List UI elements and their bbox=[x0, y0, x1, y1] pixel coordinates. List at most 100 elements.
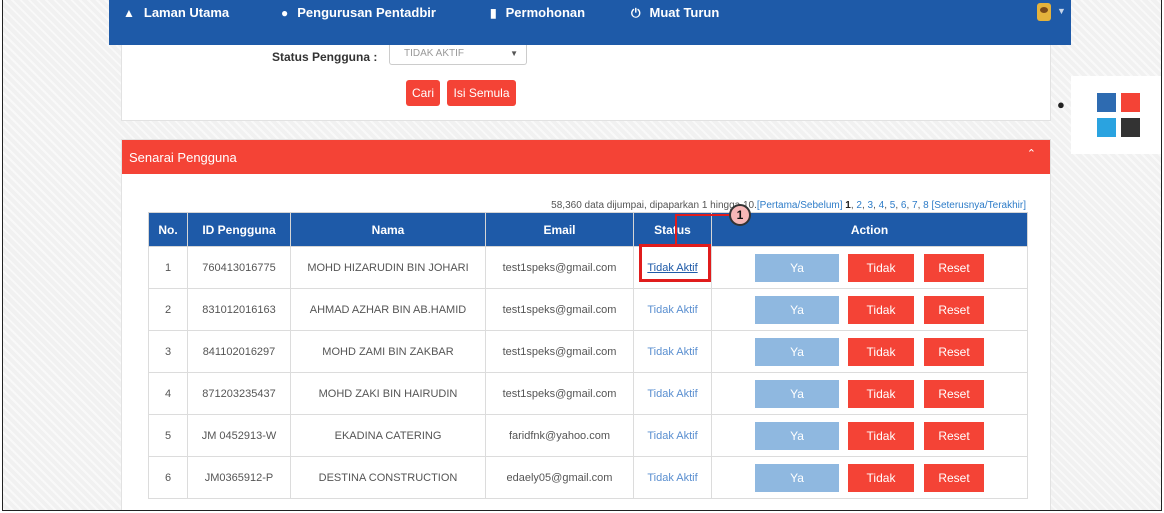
cell-status: Tidak Aktif bbox=[633, 330, 712, 373]
table-row: 3 841102016297 MOHD ZAMI BIN ZAKBAR test… bbox=[148, 330, 1028, 373]
cell-id: 841102016297 bbox=[187, 330, 291, 373]
approve-button[interactable]: Ya bbox=[755, 421, 839, 450]
cell-no: 3 bbox=[148, 330, 188, 373]
cell-actions: Ya Tidak Reset bbox=[711, 414, 1028, 457]
user-list-panel: Senarai Pengguna ⌃ 58,360 data dijumpai,… bbox=[121, 139, 1051, 510]
pagination-page[interactable]: 2 bbox=[856, 200, 862, 211]
reset-button[interactable]: Reset bbox=[924, 337, 984, 366]
reset-button[interactable]: Reset bbox=[924, 295, 984, 324]
cell-email: test1speks@gmail.com bbox=[485, 330, 634, 373]
cell-name: AHMAD AZHAR BIN AB.HAMID bbox=[290, 288, 486, 331]
status-link[interactable]: Tidak Aktif bbox=[647, 472, 697, 484]
cell-actions: Ya Tidak Reset bbox=[711, 288, 1028, 331]
home-icon: ▲ bbox=[123, 6, 135, 20]
cell-no: 1 bbox=[148, 246, 188, 289]
drop-icon[interactable]: ● bbox=[1057, 97, 1065, 112]
approve-button[interactable]: Ya bbox=[755, 295, 839, 324]
top-navbar: ▲ Laman Utama ● Pengurusan Pentadbir ▮ Perm… bbox=[109, 0, 1071, 45]
chevron-down-icon[interactable]: ▼ bbox=[1057, 6, 1066, 16]
cell-status: Tidak Aktif bbox=[633, 372, 712, 415]
nav-home[interactable]: ▲ Laman Utama bbox=[123, 0, 229, 25]
cell-no: 4 bbox=[148, 372, 188, 415]
callout-leader-line bbox=[675, 214, 731, 216]
pagination-next-last[interactable]: [Seterusnya/Terakhir] bbox=[932, 200, 1027, 211]
reset-button[interactable]: Reset bbox=[924, 253, 984, 282]
nav-admin-management[interactable]: ● Pengurusan Pentadbir bbox=[281, 0, 436, 25]
reject-button[interactable]: Tidak bbox=[848, 295, 914, 324]
status-link[interactable]: Tidak Aktif bbox=[647, 304, 697, 316]
color-swatch-blue[interactable] bbox=[1097, 93, 1116, 112]
table-row: 2 831012016163 AHMAD AZHAR BIN AB.HAMID … bbox=[148, 288, 1028, 331]
panel-title: Senarai Pengguna bbox=[129, 150, 237, 165]
table-row: 5 JM 0452913-W EKADINA CATERING faridfnk… bbox=[148, 414, 1028, 457]
cell-email: edaely05@gmail.com bbox=[485, 456, 634, 499]
approve-button[interactable]: Ya bbox=[755, 379, 839, 408]
color-palette-widget: ● bbox=[1057, 76, 1161, 154]
pagination-page[interactable]: 8 bbox=[923, 200, 929, 211]
pagination-page[interactable]: 7 bbox=[912, 200, 918, 211]
reset-button[interactable]: Reset bbox=[924, 379, 984, 408]
cell-id: JM0365912-P bbox=[187, 456, 291, 499]
pagination-current: 1 bbox=[845, 200, 851, 211]
table-row: 1 760413016775 MOHD HIZARUDIN BIN JOHARI… bbox=[148, 246, 1028, 289]
nav-download[interactable]: ⏻ Muat Turun bbox=[631, 0, 719, 25]
cell-name: MOHD ZAKI BIN HAIRUDIN bbox=[290, 372, 486, 415]
cell-name: EKADINA CATERING bbox=[290, 414, 486, 457]
cell-no: 2 bbox=[148, 288, 188, 331]
cell-actions: Ya Tidak Reset bbox=[711, 456, 1028, 499]
cell-id: 831012016163 bbox=[187, 288, 291, 331]
reject-button[interactable]: Tidak bbox=[848, 253, 914, 282]
cell-id: JM 0452913-W bbox=[187, 414, 291, 457]
color-swatch-dark[interactable] bbox=[1121, 118, 1140, 137]
status-link[interactable]: Tidak Aktif bbox=[647, 430, 697, 442]
cell-name: MOHD HIZARUDIN BIN JOHARI bbox=[290, 246, 486, 289]
col-header-action: Action bbox=[711, 212, 1028, 247]
nav-label: Laman Utama bbox=[143, 5, 230, 20]
status-select-value: TIDAK AKTIF bbox=[404, 48, 465, 59]
pagination-page[interactable]: 4 bbox=[879, 200, 885, 211]
color-swatch-light-blue[interactable] bbox=[1097, 118, 1116, 137]
pagination-page[interactable]: 5 bbox=[890, 200, 896, 211]
panel-header: Senarai Pengguna ⌃ bbox=[122, 140, 1050, 174]
pagination-info: 58,360 data dijumpai, dipaparkan 1 hingg… bbox=[551, 200, 1026, 211]
approve-button[interactable]: Ya bbox=[755, 463, 839, 492]
nav-applications[interactable]: ▮ Permohonan bbox=[490, 0, 585, 25]
pagination-first-prev[interactable]: [Pertama/Sebelum] bbox=[757, 200, 843, 211]
approve-button[interactable]: Ya bbox=[755, 253, 839, 282]
reject-button[interactable]: Tidak bbox=[848, 463, 914, 492]
cell-status: Tidak Aktif bbox=[633, 414, 712, 457]
screenshot-frame: ▲ Laman Utama ● Pengurusan Pentadbir ▮ Perm… bbox=[2, 0, 1162, 511]
pagination-page[interactable]: 3 bbox=[868, 200, 874, 211]
power-icon: ⏻ bbox=[631, 6, 641, 20]
cell-actions: Ya Tidak Reset bbox=[711, 372, 1028, 415]
cell-email: test1speks@gmail.com bbox=[485, 372, 634, 415]
cell-name: MOHD ZAMI BIN ZAKBAR bbox=[290, 330, 486, 373]
color-swatch-red[interactable] bbox=[1121, 93, 1140, 112]
status-link[interactable]: Tidak Aktif bbox=[647, 346, 697, 358]
search-button[interactable]: Cari bbox=[406, 80, 440, 106]
callout-highlight-box bbox=[639, 244, 711, 282]
user-avatar[interactable] bbox=[1037, 3, 1051, 21]
col-header-status: Status bbox=[633, 212, 712, 247]
reset-button[interactable]: Reset bbox=[924, 463, 984, 492]
cell-email: test1speks@gmail.com bbox=[485, 288, 634, 331]
chevron-up-icon[interactable]: ⌃ bbox=[1027, 147, 1036, 160]
reject-button[interactable]: Tidak bbox=[848, 337, 914, 366]
cell-status: Tidak Aktif bbox=[633, 456, 712, 499]
reset-search-button[interactable]: Isi Semula bbox=[447, 80, 516, 106]
reject-button[interactable]: Tidak bbox=[848, 421, 914, 450]
caret-down-icon: ▼ bbox=[510, 49, 518, 58]
nav-label: Pengurusan Pentadbir bbox=[297, 5, 436, 20]
pagination-page[interactable]: 6 bbox=[901, 200, 907, 211]
col-header-name: Nama bbox=[290, 212, 486, 247]
status-select[interactable]: TIDAK AKTIF ▼ bbox=[389, 45, 527, 65]
reject-button[interactable]: Tidak bbox=[848, 379, 914, 408]
cell-status: Tidak Aktif bbox=[633, 288, 712, 331]
approve-button[interactable]: Ya bbox=[755, 337, 839, 366]
reset-button[interactable]: Reset bbox=[924, 421, 984, 450]
cell-id: 760413016775 bbox=[187, 246, 291, 289]
users-table: No. ID Pengguna Nama Email Status Action… bbox=[148, 212, 1028, 499]
table-row: 4 871203235437 MOHD ZAKI BIN HAIRUDIN te… bbox=[148, 372, 1028, 415]
cell-email: faridfnk@yahoo.com bbox=[485, 414, 634, 457]
status-link[interactable]: Tidak Aktif bbox=[647, 388, 697, 400]
